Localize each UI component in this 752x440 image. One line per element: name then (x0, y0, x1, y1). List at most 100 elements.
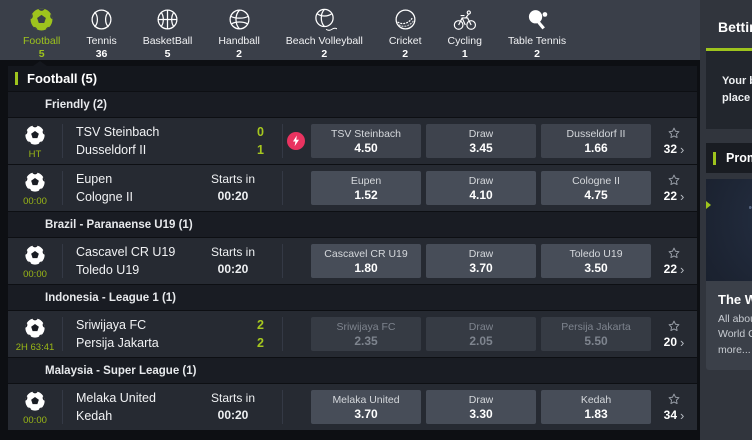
match-row: HT TSV Steinbach Dusseldorf II 0 1 TSV S… (8, 118, 697, 164)
home-team-name: Cascavel CR U19 (76, 243, 184, 261)
away-team-name: Toledo U19 (76, 261, 184, 279)
sport-tab-label: Handball (218, 35, 259, 47)
league-header[interactable]: Brazil - Paranaense U19 (1) (8, 212, 697, 237)
match-clock: 2H 63:41 (16, 342, 55, 353)
match-clock: 00:00 (23, 269, 47, 280)
league-header-label: Malaysia - Super League (1) (45, 365, 196, 377)
odds-group: Sriwijaya FC 2.35 Draw 2.05 Persija Jaka… (311, 311, 651, 357)
star-icon[interactable] (667, 126, 681, 140)
promo-card[interactable]: The World Cup All about the World Cup an… (706, 179, 752, 370)
sport-header: Football (5) (8, 66, 697, 91)
odds-label: TSV Steinbach (331, 128, 401, 140)
match-info[interactable]: Eupen Cologne II Starts in 00:20 (63, 165, 282, 211)
sport-tab-basketball[interactable]: BasketBall 5 (130, 0, 206, 60)
starts-in-label: Starts in (184, 171, 282, 188)
sport-tab-label: Table Tennis (508, 35, 566, 47)
odds-button[interactable]: Cologne II 4.75 (541, 171, 651, 205)
chevron-right-icon: › (680, 263, 684, 276)
league-header[interactable]: Friendly (2) (8, 92, 697, 117)
sport-tab-count: 1 (462, 48, 468, 60)
sport-tab-tennis[interactable]: Tennis 36 (73, 0, 129, 60)
football-icon (24, 171, 46, 193)
live-badge-slot (283, 165, 309, 211)
sport-tab-handball[interactable]: Handball 2 (205, 0, 272, 60)
match-info[interactable]: Cascavel CR U19 Toledo U19 Starts in 00:… (63, 238, 282, 284)
chevron-right-icon: › (680, 190, 684, 203)
basketball-icon (155, 7, 180, 32)
away-team-name: Kedah (76, 407, 184, 425)
odds-button[interactable]: Persija Jakarta 5.50 (541, 317, 651, 351)
away-score: 2 (202, 334, 264, 352)
odds-label: Cologne II (572, 175, 620, 187)
home-team-name: Eupen (76, 170, 184, 188)
odds-button[interactable]: Cascavel CR U19 1.80 (311, 244, 421, 278)
odds-button[interactable]: Kedah 1.83 (541, 390, 651, 424)
odds-button[interactable]: Toledo U19 3.50 (541, 244, 651, 278)
betslip-empty-panel: Your betslip is empty. To place a bet, s… (706, 48, 752, 129)
odds-button[interactable]: Draw 2.05 (426, 317, 536, 351)
odds-button[interactable]: TSV Steinbach 4.50 (311, 124, 421, 158)
markets-count[interactable]: 20 › (664, 335, 685, 349)
away-team-name: Dusseldorf II (76, 141, 202, 159)
markets-count[interactable]: 34 › (664, 408, 685, 422)
sport-tab-cricket[interactable]: Cricket 2 (376, 0, 435, 60)
star-icon[interactable] (667, 392, 681, 406)
star-icon[interactable] (667, 173, 681, 187)
chevron-right-icon: › (680, 143, 684, 156)
match-starts: Starts in 00:20 (184, 171, 282, 205)
sport-tab-beach-volleyball[interactable]: Beach Volleyball 2 (273, 0, 376, 60)
sport-tab-label: Beach Volleyball (286, 35, 363, 47)
odds-label: Persija Jakarta (561, 321, 630, 333)
match-info[interactable]: Sriwijaya FC Persija Jakarta 2 2 (63, 311, 282, 357)
match-starts: Starts in 00:20 (184, 390, 282, 424)
handball-icon (227, 7, 252, 32)
league-header-label: Indonesia - League 1 (1) (45, 292, 176, 304)
odds-button[interactable]: Draw 3.70 (426, 244, 536, 278)
league-header[interactable]: Malaysia - Super League (1) (8, 358, 697, 383)
sport-header-title: Football (5) (27, 71, 97, 86)
match-teams: Cascavel CR U19 Toledo U19 (63, 243, 184, 279)
odds-label: Eupen (351, 175, 381, 187)
markets-count-number: 22 (664, 189, 677, 203)
match-score: 0 1 (202, 123, 282, 159)
odds-label: Draw (469, 394, 494, 406)
odds-value: 3.70 (354, 407, 377, 421)
sport-tab-cycling[interactable]: Cycling 1 (435, 0, 495, 60)
odds-group: TSV Steinbach 4.50 Draw 3.45 Dusseldorf … (311, 118, 651, 164)
odds-value: 1.83 (584, 407, 607, 421)
markets-count-number: 34 (664, 408, 677, 422)
odds-group: Eupen 1.52 Draw 4.10 Cologne II 4.75 (311, 165, 651, 211)
home-team-name: TSV Steinbach (76, 123, 202, 141)
odds-button[interactable]: Draw 3.30 (426, 390, 536, 424)
match-row: 00:00 Cascavel CR U19 Toledo U19 Starts … (8, 238, 697, 284)
odds-button[interactable]: Melaka United 3.70 (311, 390, 421, 424)
sport-tab-count: 2 (321, 48, 327, 60)
chevron-right-icon: › (680, 336, 684, 349)
cricket-icon (393, 7, 418, 32)
sport-tab-count: 2 (534, 48, 540, 60)
odds-button[interactable]: Draw 3.45 (426, 124, 536, 158)
star-icon[interactable] (667, 319, 681, 333)
betslip-empty-text: Your betslip is empty. To place a bet, s… (722, 73, 752, 107)
league-header-label: Brazil - Paranaense U19 (1) (45, 219, 193, 231)
odds-label: Draw (469, 321, 494, 333)
match-info[interactable]: Melaka United Kedah Starts in 00:20 (63, 384, 282, 430)
away-team-name: Persija Jakarta (76, 334, 202, 352)
markets-count[interactable]: 22 › (664, 189, 685, 203)
promo-image (706, 179, 752, 281)
league-header[interactable]: Indonesia - League 1 (1) (8, 285, 697, 310)
promotions-header-label: Promotions (726, 151, 752, 165)
star-icon[interactable] (667, 246, 681, 260)
odds-button[interactable]: Draw 4.10 (426, 171, 536, 205)
odds-button[interactable]: Sriwijaya FC 2.35 (311, 317, 421, 351)
markets-count[interactable]: 32 › (664, 142, 685, 156)
live-indicator-icon (287, 132, 305, 150)
odds-value: 5.50 (584, 334, 607, 348)
odds-button[interactable]: Dusseldorf II 1.66 (541, 124, 651, 158)
sport-tab-football[interactable]: Football 5 (10, 0, 73, 60)
match-info[interactable]: TSV Steinbach Dusseldorf II 0 1 (63, 118, 282, 164)
odds-label: Toledo U19 (569, 248, 622, 260)
markets-count[interactable]: 22 › (664, 262, 685, 276)
odds-button[interactable]: Eupen 1.52 (311, 171, 421, 205)
sport-tab-table-tennis[interactable]: Table Tennis 2 (495, 0, 579, 60)
